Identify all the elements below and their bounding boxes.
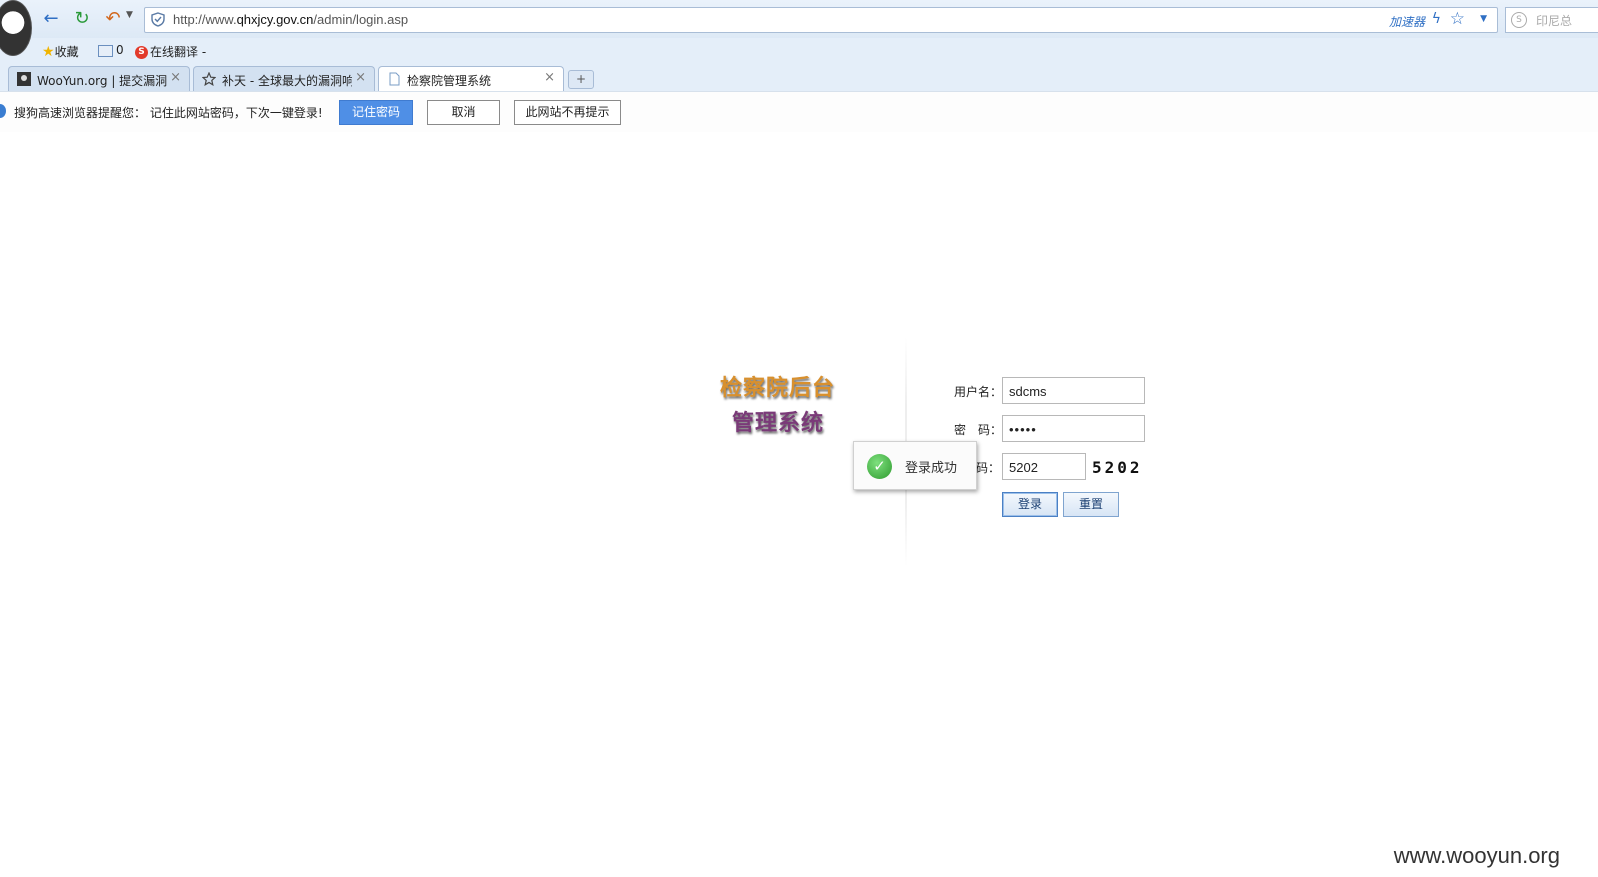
search-box[interactable]: S 印尼总 xyxy=(1505,7,1598,33)
url-path: /admin/login.asp xyxy=(313,12,409,27)
captcha-label: 码： xyxy=(976,461,1001,475)
chevron-down-icon[interactable]: ▼ xyxy=(1480,14,1487,24)
undo-close-tab-button[interactable]: ↶ xyxy=(102,8,124,30)
document-icon xyxy=(389,72,400,86)
tab-label: 检察院管理系统 xyxy=(407,74,492,88)
favorites-collect[interactable]: ★收藏 xyxy=(42,43,79,60)
page-content: 检察院后台 管理系统 用户名： sdcms 密 码： ••••• 码： 5202… xyxy=(0,132,1598,877)
sogou-icon: S xyxy=(135,46,148,59)
wooyun-favicon-icon xyxy=(17,72,31,86)
refresh-button[interactable]: ↻ xyxy=(71,8,93,30)
chevron-down-icon[interactable]: ▼ xyxy=(126,10,133,20)
info-icon xyxy=(0,104,6,118)
url-host: qhxjcy.gov.cn xyxy=(236,12,314,27)
back-button[interactable]: ← xyxy=(40,8,62,30)
url-prefix: http://www. xyxy=(173,12,237,27)
login-button[interactable]: 登录 xyxy=(1002,492,1058,517)
star-icon: ★ xyxy=(42,44,55,60)
toast-message: 登录成功 xyxy=(905,461,958,476)
never-remind-button[interactable]: 此网站不再提示 xyxy=(514,100,621,125)
remember-password-button[interactable]: 记住密码 xyxy=(339,100,413,125)
shield-icon xyxy=(151,12,165,27)
close-icon[interactable]: × xyxy=(355,70,366,85)
new-tab-button[interactable]: + xyxy=(568,70,594,89)
captcha-image[interactable]: 5202 xyxy=(1092,458,1143,477)
tab-procuratorate[interactable]: 检察院管理系统 × xyxy=(378,66,564,92)
username-label: 用户名： xyxy=(954,385,1003,399)
close-icon[interactable]: × xyxy=(170,70,181,85)
watermark: www.wooyun.org xyxy=(1393,843,1560,868)
system-title-line1: 检察院后台 xyxy=(720,376,836,401)
cancel-button[interactable]: 取消 xyxy=(427,100,500,125)
close-icon[interactable]: × xyxy=(544,70,555,85)
tab-label: 补天 - 全球最大的漏洞响 xyxy=(222,74,352,88)
tab-bar: WooYun.org | 提交漏洞 × 补天 - 全球最大的漏洞响 × 检察院管… xyxy=(0,62,1598,92)
username-input[interactable]: sdcms xyxy=(1002,377,1145,404)
browser-toolbar: ← ↻ ↶ ▼ http://www.qhxjcy.gov.cn/admin/l… xyxy=(0,0,1598,56)
address-bar[interactable]: http://www.qhxjcy.gov.cn/admin/login.asp… xyxy=(144,7,1498,33)
favorites-folder[interactable]: 0 xyxy=(98,43,124,57)
browser-chrome: ← ↻ ↶ ▼ http://www.qhxjcy.gov.cn/admin/l… xyxy=(0,0,1598,132)
password-label: 密 码： xyxy=(954,423,1003,437)
captcha-input[interactable]: 5202 xyxy=(1002,453,1086,480)
tab-butian[interactable]: 补天 - 全球最大的漏洞响 × xyxy=(193,66,375,91)
check-icon: ✓ xyxy=(867,454,892,479)
search-placeholder: 印尼总 xyxy=(1536,14,1573,28)
bookmark-star-icon[interactable]: ☆ xyxy=(1450,9,1465,29)
password-bar-message: 搜狗高速浏览器提醒您： 记住此网站密码，下次一键登录! xyxy=(14,106,323,120)
url-text[interactable]: http://www.qhxjcy.gov.cn/admin/login.asp xyxy=(173,12,408,27)
folder-icon xyxy=(98,44,113,57)
lightning-icon[interactable]: ϟ xyxy=(1432,11,1441,27)
star-favicon-icon xyxy=(202,72,216,86)
favorites-collect-label: 收藏 xyxy=(54,45,79,59)
favorites-translate[interactable]: S 在线翻译 - xyxy=(135,43,206,60)
reset-button[interactable]: 重置 xyxy=(1063,492,1119,517)
login-success-toast: ✓ 登录成功 xyxy=(853,441,977,490)
sogou-search-icon: S xyxy=(1511,12,1527,28)
system-title-line2: 管理系统 xyxy=(732,411,825,436)
accelerator-button[interactable]: 加速器 xyxy=(1389,13,1425,30)
password-input[interactable]: ••••• xyxy=(1002,415,1145,442)
translate-label: 在线翻译 - xyxy=(150,45,207,59)
favorites-bar: ★收藏 0 S 在线翻译 - xyxy=(0,38,1598,62)
folder-count: 0 xyxy=(116,43,124,57)
tab-wooyun[interactable]: WooYun.org | 提交漏洞 × xyxy=(8,66,190,91)
password-save-bar: 搜狗高速浏览器提醒您： 记住此网站密码，下次一键登录! 记住密码 取消 此网站不… xyxy=(0,91,1598,132)
tab-label: WooYun.org | 提交漏洞 xyxy=(37,74,167,88)
